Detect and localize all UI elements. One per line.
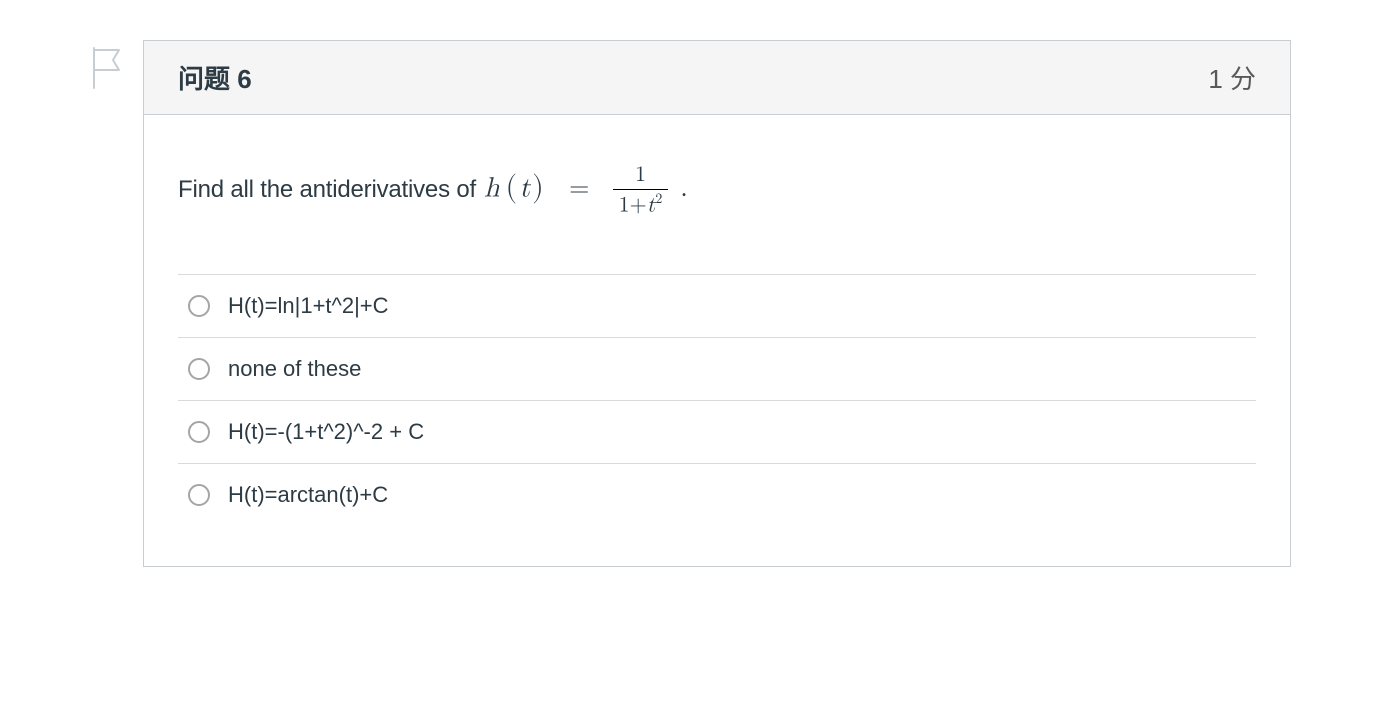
answer-label: none of these [228, 356, 361, 382]
radio-icon [188, 421, 210, 443]
answer-label: H(t)=arctan(t)+C [228, 482, 388, 508]
answer-option-2[interactable]: H(t)=-(1+t^2)^-2 + C [178, 401, 1256, 464]
question-wrapper: 问题 6 1 分 Find all the antiderivatives of… [91, 40, 1291, 567]
math-expression: h(t) = 1 1+t2 . [484, 163, 688, 218]
radio-icon [188, 358, 210, 380]
question-points: 1 分 [1208, 59, 1256, 96]
radio-icon [188, 295, 210, 317]
answer-option-3[interactable]: H(t)=arctan(t)+C [178, 464, 1256, 526]
flag-icon[interactable] [91, 46, 125, 90]
answer-option-1[interactable]: none of these [178, 338, 1256, 401]
question-title: 问题 6 [178, 59, 252, 96]
radio-icon [188, 484, 210, 506]
question-card: 问题 6 1 分 Find all the antiderivatives of… [143, 40, 1291, 567]
answers-list: H(t)=ln|1+t^2|+C none of these H(t)=-(1+… [178, 274, 1256, 526]
answer-option-0[interactable]: H(t)=ln|1+t^2|+C [178, 275, 1256, 338]
question-body: Find all the antiderivatives of h(t) = 1… [144, 115, 1290, 566]
question-header: 问题 6 1 分 [144, 41, 1290, 115]
answer-label: H(t)=ln|1+t^2|+C [228, 293, 389, 319]
prompt-text: Find all the antiderivatives of [178, 176, 476, 204]
question-prompt: Find all the antiderivatives of h(t) = 1… [178, 163, 1256, 218]
fraction: 1 1+t2 [613, 163, 669, 218]
answer-label: H(t)=-(1+t^2)^-2 + C [228, 419, 424, 445]
